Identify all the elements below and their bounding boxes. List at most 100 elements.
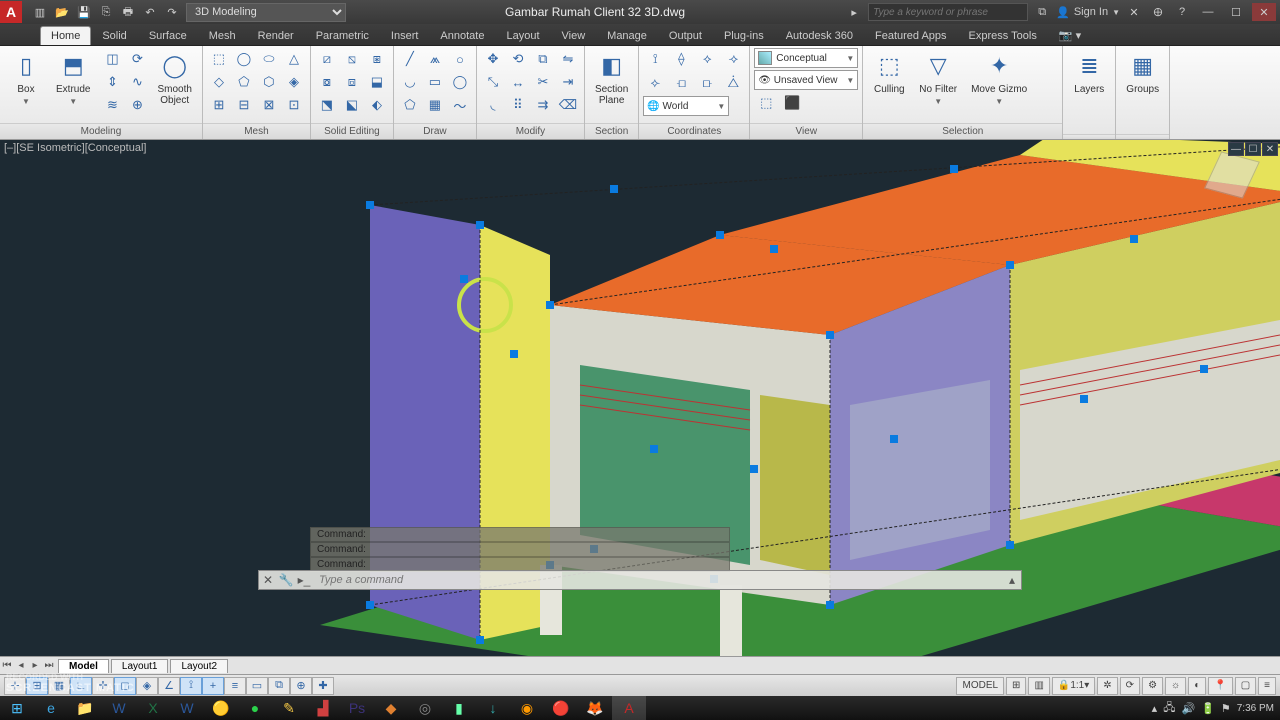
saveas-icon[interactable]: ⎘ xyxy=(96,2,116,22)
vp-min-icon[interactable]: — xyxy=(1228,142,1244,156)
ucs7-icon[interactable]: ⟥ xyxy=(695,72,719,94)
panel-label-view[interactable]: View xyxy=(750,123,862,139)
explorer-icon[interactable]: 📁 xyxy=(68,696,102,720)
rotate-icon[interactable]: ⟲ xyxy=(506,48,530,70)
tab-plugins[interactable]: Plug-ins xyxy=(713,26,775,45)
rec-icon[interactable]: ◎ xyxy=(408,696,442,720)
mesh9-icon[interactable]: ⊞ xyxy=(207,94,231,116)
line-icon[interactable]: ╱ xyxy=(398,48,422,70)
viewport-label[interactable]: [–][SE Isometric][Conceptual] xyxy=(4,142,146,154)
save-icon[interactable]: 💾 xyxy=(74,2,94,22)
qp-icon[interactable]: ⧉ xyxy=(268,677,290,695)
tab-autodesk360[interactable]: Autodesk 360 xyxy=(775,26,864,45)
visual-style-combo[interactable]: Conceptual▼ xyxy=(754,48,858,68)
tray-vol-icon[interactable]: 🔊 xyxy=(1181,702,1195,715)
isolate-icon[interactable]: ◐ xyxy=(1188,677,1206,695)
cleanscreen-icon[interactable]: ▢ xyxy=(1235,677,1256,695)
am-icon[interactable]: ✚ xyxy=(312,677,334,695)
meshsphere-icon[interactable]: ◯ xyxy=(232,48,256,70)
tab-expresstools[interactable]: Express Tools xyxy=(958,26,1048,45)
open-icon[interactable]: 📂 xyxy=(52,2,72,22)
cmd-close-icon[interactable]: ✕ xyxy=(259,573,277,587)
stretch-icon[interactable]: ↔ xyxy=(506,71,530,93)
se1-icon[interactable]: ⧄ xyxy=(315,48,339,70)
viewport[interactable]: [–][SE Isometric][Conceptual] —☐✕ xyxy=(0,140,1280,656)
meshcone-icon[interactable]: △ xyxy=(282,48,306,70)
tab-home[interactable]: Home xyxy=(40,26,91,45)
tab-insert[interactable]: Insert xyxy=(380,26,430,45)
tab-parametric[interactable]: Parametric xyxy=(305,26,380,45)
dyn-icon[interactable]: + xyxy=(202,677,224,695)
panel-label-mesh[interactable]: Mesh xyxy=(203,123,310,139)
clock[interactable]: 7:36 PM xyxy=(1237,703,1274,714)
view2-icon[interactable]: ⬛ xyxy=(780,92,804,114)
view1-icon[interactable]: ⬚ xyxy=(754,92,778,114)
se9-icon[interactable]: ⬖ xyxy=(365,94,389,116)
sweep-icon[interactable]: ∿ xyxy=(125,71,149,93)
tab-view[interactable]: View xyxy=(551,26,597,45)
chrome-icon[interactable]: 🟡 xyxy=(204,696,238,720)
presspull-icon[interactable]: ⇕ xyxy=(100,71,124,93)
ucs6-icon[interactable]: ⟤ xyxy=(669,72,693,94)
culling-button[interactable]: ⬚Culling xyxy=(867,48,911,97)
se8-icon[interactable]: ⬕ xyxy=(340,94,364,116)
location-icon[interactable]: 📍 xyxy=(1208,677,1232,695)
app-menu-icon[interactable]: A xyxy=(0,1,22,23)
copy-icon[interactable]: ⧉ xyxy=(531,48,555,70)
ff-icon[interactable]: 🦊 xyxy=(578,696,612,720)
mesh11-icon[interactable]: ⊠ xyxy=(257,94,281,116)
mesh5-icon[interactable]: ◇ xyxy=(207,71,231,93)
mesh6-icon[interactable]: ⬠ xyxy=(232,71,256,93)
ucs5-icon[interactable]: ⟣ xyxy=(643,72,667,94)
mesh10-icon[interactable]: ⊟ xyxy=(232,94,256,116)
tray-net-icon[interactable]: 🖧 xyxy=(1163,699,1175,718)
tab-solid[interactable]: Solid xyxy=(91,26,137,45)
rect-icon[interactable]: ▭ xyxy=(423,71,447,93)
se5-icon[interactable]: ⧈ xyxy=(340,71,364,93)
se6-icon[interactable]: ⬓ xyxy=(365,71,389,93)
app1-icon[interactable]: ▟ xyxy=(306,696,340,720)
se7-icon[interactable]: ⬔ xyxy=(315,94,339,116)
ucs-world-combo[interactable]: 🌐 World▼ xyxy=(643,96,729,116)
tab-render[interactable]: Render xyxy=(247,26,305,45)
union-icon[interactable]: ⊕ xyxy=(125,94,149,116)
layout-tab-model[interactable]: Model xyxy=(58,659,109,673)
tab-manage[interactable]: Manage xyxy=(596,26,658,45)
command-input[interactable] xyxy=(313,574,1003,586)
mesh7-icon[interactable]: ⬡ xyxy=(257,71,281,93)
polyline-icon[interactable]: ⩕ xyxy=(423,48,447,70)
spline-icon[interactable]: ～ xyxy=(448,94,472,116)
print-icon[interactable]: 🖶 xyxy=(118,2,138,22)
uc-icon[interactable]: ◉ xyxy=(510,696,544,720)
sc-icon[interactable]: ⊕ xyxy=(290,677,312,695)
viewcube[interactable] xyxy=(1205,148,1260,203)
hatch-icon[interactable]: ▦ xyxy=(423,94,447,116)
otrack-icon[interactable]: ∠ xyxy=(158,677,180,695)
autocad-icon[interactable]: A xyxy=(612,696,646,720)
winword-icon[interactable]: W xyxy=(170,696,204,720)
layout-tab-1[interactable]: Layout1 xyxy=(111,659,169,673)
sign-in-button[interactable]: 👤Sign In▼ xyxy=(1056,6,1120,19)
se4-icon[interactable]: ⧇ xyxy=(315,71,339,93)
layout-last-icon[interactable]: ⏭ xyxy=(42,660,56,671)
layout-prev-icon[interactable]: ◂ xyxy=(14,660,28,671)
stayconnected-icon[interactable]: 🜨 xyxy=(1148,2,1168,22)
extrude-button[interactable]: ⬒Extrude▼ xyxy=(50,48,96,108)
cmd-recent-icon[interactable]: ▴ xyxy=(1003,573,1021,587)
tray-up-icon[interactable]: ▴ xyxy=(1152,702,1158,715)
app3-icon[interactable]: ▮ xyxy=(442,696,476,720)
panel-label-draw[interactable]: Draw xyxy=(394,123,476,139)
exchange-apps-icon[interactable]: ⧉ xyxy=(1032,2,1052,22)
ws-switch-icon[interactable]: ⚙ xyxy=(1142,677,1163,695)
circle-icon[interactable]: ○ xyxy=(448,48,472,70)
ucs8-icon[interactable]: ⧊ xyxy=(721,72,745,94)
panel-label-coordinates[interactable]: Coordinates xyxy=(639,123,749,139)
array-icon[interactable]: ⠿ xyxy=(506,94,530,116)
panel-drop-groups[interactable]: ▼ xyxy=(1116,134,1169,139)
quickview-icon[interactable]: ▥ xyxy=(1028,677,1049,695)
start-button[interactable]: ⊞ xyxy=(0,696,34,720)
excel-icon[interactable]: X xyxy=(136,696,170,720)
3dosnap-icon[interactable]: ◈ xyxy=(136,677,158,695)
ucs3-icon[interactable]: ⟡ xyxy=(695,48,719,70)
panel-label-modeling[interactable]: Modeling xyxy=(0,123,202,139)
